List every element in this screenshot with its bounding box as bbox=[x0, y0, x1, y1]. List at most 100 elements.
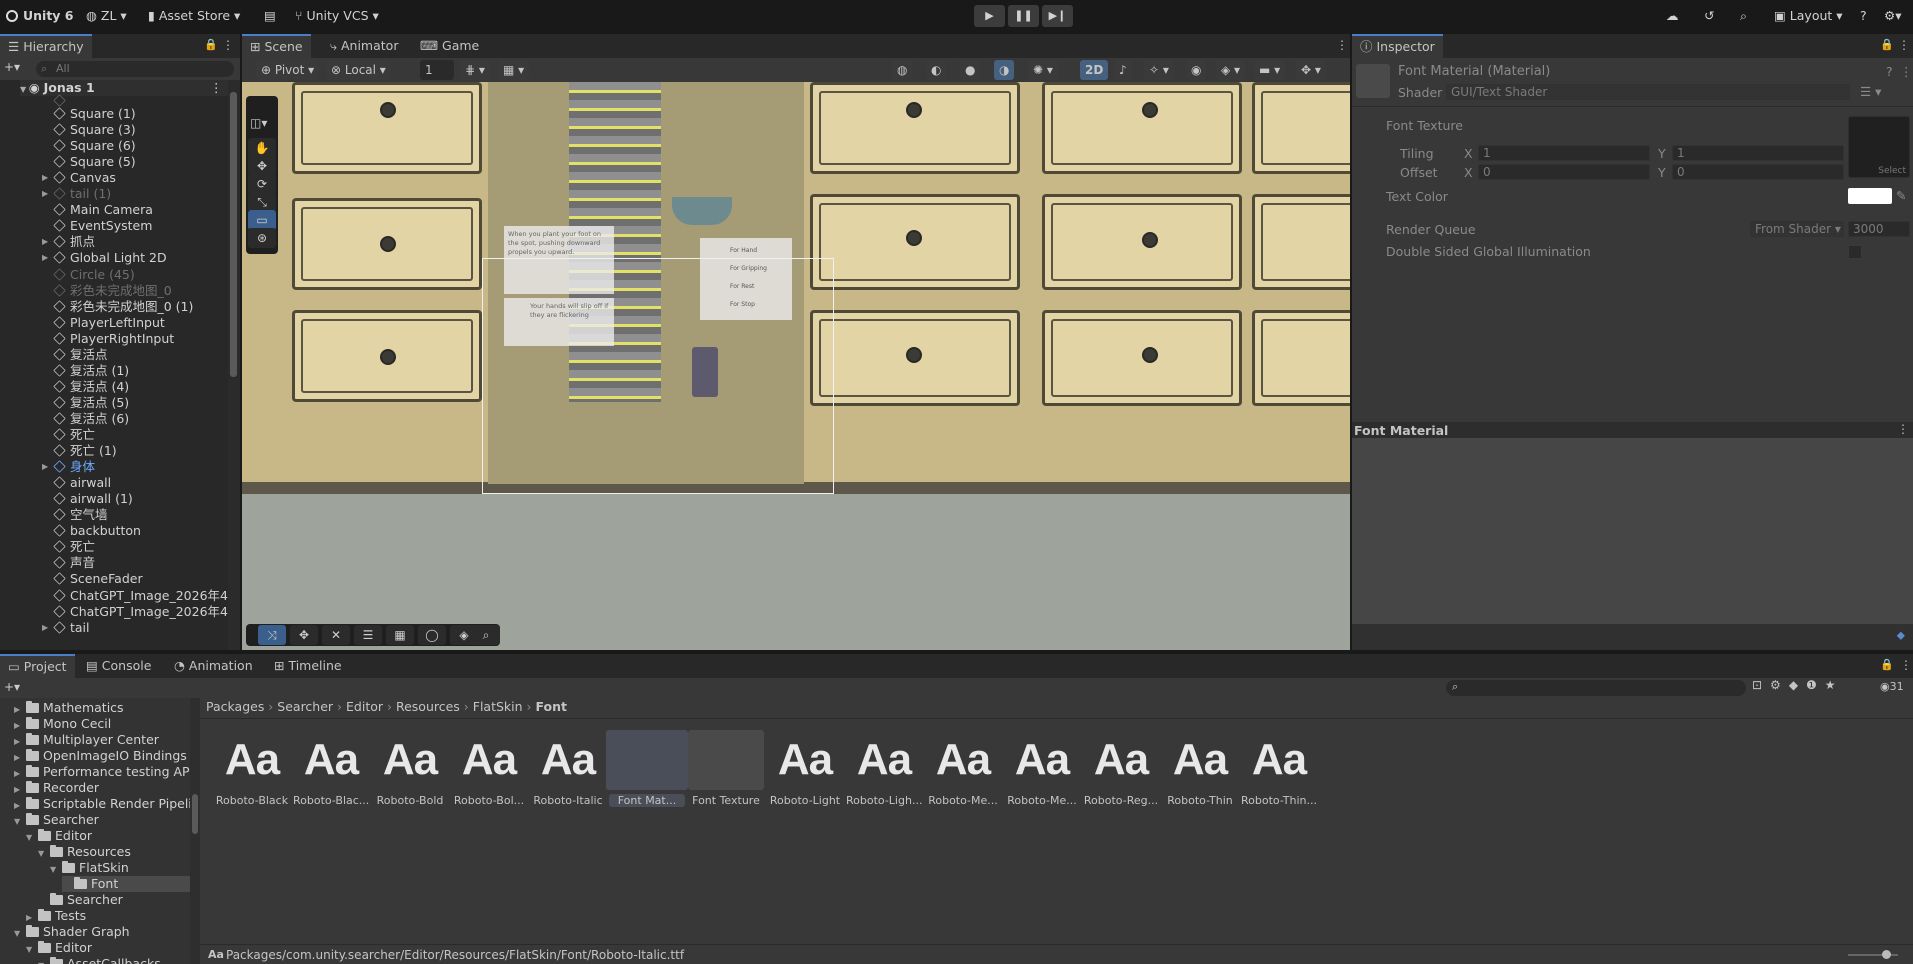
expand-arrow-icon[interactable]: ▼ bbox=[26, 942, 38, 958]
hand-tool-icon[interactable]: ✋ bbox=[248, 138, 276, 158]
scene-more-icon[interactable]: ⋮ bbox=[210, 80, 223, 96]
tree-item[interactable]: ▶ OpenImageIO Bindings bbox=[14, 748, 187, 764]
unity-menu-button[interactable]: Unity 6 bbox=[6, 6, 74, 26]
asset-item[interactable]: Aa Roboto-Bol... bbox=[451, 730, 527, 807]
hierarchy-search-input[interactable]: ⌕ All bbox=[36, 61, 234, 77]
tree-item[interactable]: ▼ Resources bbox=[38, 844, 131, 860]
tree-item[interactable]: Font bbox=[62, 876, 190, 892]
cross-icon[interactable]: ✕ bbox=[322, 625, 350, 645]
shaded-icon[interactable]: ● bbox=[960, 60, 981, 80]
hierarchy-scrollbar[interactable] bbox=[228, 80, 240, 650]
play-button[interactable]: ▶ bbox=[974, 5, 1005, 27]
expand-arrow-icon[interactable]: ▶ bbox=[42, 250, 48, 266]
tree-item[interactable]: Searcher bbox=[38, 892, 123, 908]
tree-item[interactable]: ▼ Editor bbox=[26, 940, 92, 956]
shader-dropdown[interactable]: GUI/Text Shader bbox=[1446, 84, 1850, 100]
tab-animator[interactable]: ⤷ Animator bbox=[322, 34, 406, 58]
list-item[interactable]: Square (3) bbox=[53, 122, 136, 138]
audio-icon[interactable]: ♪ bbox=[1114, 60, 1132, 80]
tree-item[interactable]: ▶ Multiplayer Center bbox=[14, 732, 159, 748]
pivot-dropdown[interactable]: ⊕ Pivot ▾ bbox=[256, 60, 320, 80]
asset-item[interactable]: Aa Roboto-Thin... bbox=[1241, 730, 1317, 807]
expand-arrow-icon[interactable]: ▼ bbox=[50, 862, 62, 878]
tree-item[interactable]: ▶ Mono Cecil bbox=[14, 716, 111, 732]
cloud-icon[interactable]: ☁ bbox=[1666, 6, 1679, 26]
move-tool-icon[interactable]: ✥ bbox=[248, 156, 276, 176]
tab-project[interactable]: ▭ Project bbox=[0, 654, 75, 678]
list-item[interactable]: ▶ 抓点 bbox=[42, 234, 95, 250]
text-color-swatch[interactable] bbox=[1848, 188, 1892, 204]
asset-item[interactable]: Aa Roboto-Blac... bbox=[293, 730, 369, 807]
eyedropper-icon[interactable]: ✎ bbox=[1896, 188, 1906, 203]
breadcrumb-item[interactable]: Searcher bbox=[277, 699, 333, 714]
tree-item[interactable]: ▶ Tests bbox=[26, 908, 86, 924]
asset-item[interactable]: Aa Roboto-Ligh... bbox=[846, 730, 922, 807]
tree-item[interactable]: ▶ Recorder bbox=[14, 780, 99, 796]
breadcrumb-item[interactable]: Resources bbox=[396, 699, 460, 714]
grid-dropdown[interactable]: ▦ ▾ bbox=[498, 60, 530, 80]
list-item[interactable]: Square (5) bbox=[53, 154, 136, 170]
tree-item[interactable]: ▶ Mathematics bbox=[14, 700, 124, 716]
list-item[interactable]: ▶ Canvas bbox=[42, 170, 116, 186]
list-item[interactable]: airwall (1) bbox=[53, 491, 133, 507]
zoom-icon[interactable]: ⌕ bbox=[472, 625, 500, 645]
expand-arrow-icon[interactable]: ▼ bbox=[38, 846, 50, 862]
tab-scene[interactable]: ⊞ Scene bbox=[242, 34, 311, 58]
asset-store-dropdown[interactable]: ▮ Asset Store ▾ bbox=[148, 6, 240, 26]
lock-icon[interactable]: 🔒 bbox=[1880, 38, 1894, 51]
asset-item[interactable]: Aa Roboto-Black bbox=[214, 730, 290, 807]
project-search-input[interactable]: ⌕ bbox=[1446, 680, 1746, 696]
list-item[interactable]: 复活点 bbox=[53, 347, 108, 363]
list-item[interactable]: airwall bbox=[53, 475, 111, 491]
help-icon[interactable]: ? bbox=[1860, 6, 1867, 26]
asset-item[interactable]: Aa Roboto-Me... bbox=[1004, 730, 1080, 807]
icon-size-slider[interactable] bbox=[1848, 950, 1898, 959]
settings-icon[interactable]: ⚙▾ bbox=[1884, 6, 1901, 26]
list-item[interactable]: ChatGPT_Image_2026年4月 bbox=[53, 588, 228, 604]
lock-icon[interactable]: 🔒 bbox=[204, 38, 218, 51]
breadcrumb-item[interactable]: FlatSkin bbox=[473, 699, 523, 714]
account-dropdown[interactable]: ◍ ZL ▾ bbox=[86, 6, 127, 26]
tree-item[interactable]: ▶ Scriptable Render Pipeline bbox=[14, 796, 200, 812]
render-mode-dropdown[interactable]: ✺ ▾ bbox=[1028, 60, 1058, 80]
list-item[interactable]: 彩色未完成地图_0 (1) bbox=[53, 299, 193, 315]
gizmos-dropdown[interactable]: ✥ ▾ bbox=[1296, 60, 1326, 80]
scale-tool-icon[interactable]: ⤡ bbox=[248, 192, 276, 212]
render-queue-input[interactable]: 3000 bbox=[1848, 221, 1910, 237]
expand-arrow-icon[interactable]: ▶ bbox=[42, 234, 48, 250]
select-button[interactable]: Select bbox=[1878, 166, 1906, 176]
tree-item[interactable]: ▼ Searcher bbox=[14, 812, 99, 828]
offset-x-input[interactable]: 0 bbox=[1478, 164, 1650, 180]
tree-item[interactable]: ▼ FlatSkin bbox=[50, 860, 129, 876]
asset-item[interactable]: Aa Roboto-Light bbox=[767, 730, 843, 807]
asset-item[interactable]: Aa Roboto-Me... bbox=[925, 730, 1001, 807]
create-button[interactable]: +▾ bbox=[4, 680, 20, 694]
wireframe-icon[interactable]: ◐ bbox=[926, 60, 947, 80]
pause-button[interactable]: ❚❚ bbox=[1008, 5, 1039, 27]
globe-icon[interactable]: ◍ bbox=[892, 60, 913, 80]
list-item[interactable]: 复活点 (1) bbox=[53, 363, 129, 379]
expand-arrow-icon[interactable]: ▶ bbox=[42, 620, 48, 635]
tiling-x-input[interactable]: 1 bbox=[1478, 145, 1650, 161]
list-item[interactable]: EventSystem bbox=[53, 218, 152, 234]
tab-animation[interactable]: ◔ Animation bbox=[166, 654, 261, 678]
list-item[interactable]: ▶ tail bbox=[42, 620, 90, 635]
list-item[interactable]: 复活点 (4) bbox=[53, 379, 129, 395]
list-item[interactable]: 声音 bbox=[53, 555, 95, 571]
more-menu-icon[interactable]: ⋮ bbox=[1898, 38, 1910, 52]
scene-viewport[interactable]: When you plant your foot on the spot, pu… bbox=[242, 82, 1350, 650]
effects-dropdown[interactable]: ✧ ▾ bbox=[1144, 60, 1174, 80]
list-item[interactable]: backbutton bbox=[53, 523, 141, 539]
help-icon[interactable]: ? bbox=[1886, 64, 1893, 79]
list-item[interactable]: 死亡 bbox=[53, 539, 95, 555]
circle-icon[interactable]: ◯ bbox=[418, 625, 446, 645]
list-item[interactable]: Circle (45) bbox=[53, 267, 135, 283]
list-item[interactable]: ▶ Global Light 2D bbox=[42, 250, 167, 266]
sliders-icon[interactable]: ☰ bbox=[354, 625, 382, 645]
tiling-y-input[interactable]: 1 bbox=[1672, 145, 1844, 161]
visibility-icon[interactable]: ◉ bbox=[1186, 60, 1207, 80]
visibility-count[interactable]: ◉31 bbox=[1880, 680, 1904, 693]
expand-arrow-icon[interactable]: ▶ bbox=[42, 170, 48, 186]
render-queue-dropdown[interactable]: From Shader ▾ bbox=[1750, 221, 1844, 237]
asset-item[interactable]: Aa Roboto-Bold bbox=[372, 730, 448, 807]
